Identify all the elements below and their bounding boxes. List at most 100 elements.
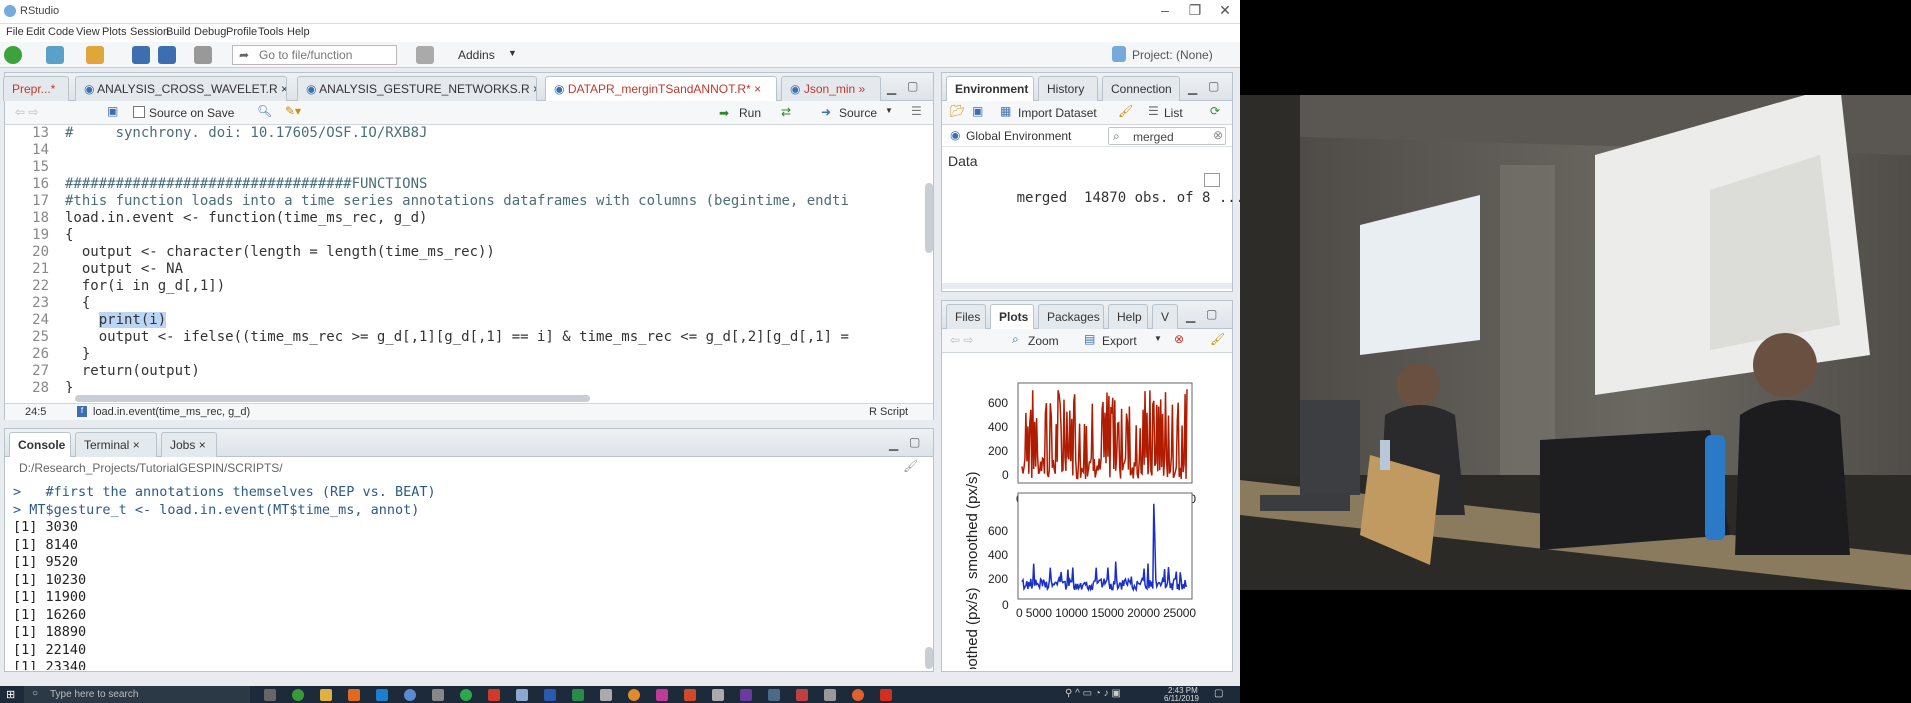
editor-vscrollbar[interactable] (925, 183, 933, 253)
editor-hscrollbar[interactable] (75, 395, 590, 402)
env-hscrollbar[interactable] (942, 283, 1232, 289)
search-icon[interactable]: 🔍︎ (257, 104, 272, 118)
skype-icon[interactable] (376, 689, 388, 701)
save-all-icon[interactable] (158, 46, 176, 64)
source-button[interactable]: Source (839, 106, 877, 120)
tab-console[interactable]: Console (9, 432, 71, 457)
tab-files[interactable]: Files (946, 304, 986, 329)
save-icon[interactable] (132, 46, 150, 64)
go-to-file-input[interactable]: ➦ Go to file/function (232, 45, 397, 65)
maximize-console-icon[interactable]: ▢ (909, 435, 920, 449)
tab-prepr[interactable]: Prepr...* (3, 76, 69, 101)
grid-icon[interactable] (416, 46, 434, 64)
code-line[interactable]: 26 } (5, 346, 927, 363)
app8-icon[interactable] (796, 689, 808, 701)
run-button[interactable]: Run (739, 106, 761, 120)
app7-icon[interactable] (712, 689, 724, 701)
app2-icon[interactable] (432, 689, 444, 701)
clear-search-icon[interactable]: ⊗ (1213, 128, 1223, 142)
chrome-icon[interactable] (292, 689, 304, 701)
tab-analysis-cross-wavelet[interactable]: ◉ ANALYSIS_CROSS_WAVELET.R × (75, 76, 287, 101)
code-line[interactable]: 20 output <- character(length = length(t… (5, 244, 927, 261)
working-directory[interactable]: D:/Research_Projects/TutorialGESPIN/SCRI… (19, 461, 283, 475)
menu-build[interactable]: Build (166, 26, 190, 38)
windows-start-icon[interactable]: ⊞ (6, 688, 15, 701)
minimize-pane-icon[interactable]: ▁ (887, 81, 896, 95)
menu-help[interactable]: Help (287, 26, 310, 38)
tab-terminal[interactable]: Terminal × (75, 432, 157, 457)
code-line[interactable]: 25 output <- ifelse((time_ms_rec >= g_d[… (5, 329, 927, 346)
new-file-icon[interactable] (4, 46, 22, 64)
open-file-icon[interactable] (86, 46, 104, 64)
tab-history[interactable]: History (1038, 76, 1098, 101)
save-workspace-icon[interactable]: ▣ (972, 104, 983, 118)
console-scrollbar[interactable] (925, 647, 933, 669)
clear-workspace-icon[interactable]: 🖌︎ (1118, 104, 1133, 118)
refresh-icon[interactable]: ⟳ (1210, 104, 1220, 118)
code-line[interactable]: 23 { (5, 295, 927, 312)
vlc-icon[interactable] (348, 689, 360, 701)
menu-plots[interactable]: Plots (102, 26, 126, 38)
minimize-env-icon[interactable]: ▁ (1188, 81, 1197, 95)
tab-json-min[interactable]: ◉ Json_min » (781, 76, 881, 101)
menu-profile[interactable]: Profile (226, 26, 257, 38)
app9-icon[interactable] (824, 689, 836, 701)
code-editor[interactable]: 13 # synchrony. doi: 10.17605/OSF.IO/RXB8… (5, 125, 927, 393)
tab-help[interactable]: Help (1108, 304, 1148, 329)
load-workspace-icon[interactable]: 📂︎ (950, 104, 965, 118)
menu-edit[interactable]: Edit (26, 26, 45, 38)
addins-menu[interactable]: Addins (458, 48, 495, 62)
maximize-plots-icon[interactable]: ▢ (1206, 307, 1217, 321)
menu-code[interactable]: Code (48, 26, 74, 38)
minimize-plots-icon[interactable]: ▁ (1186, 309, 1195, 323)
clear-plots-icon[interactable]: 🖌︎ (1210, 332, 1225, 346)
code-line[interactable]: 16 ##################################FUNC… (5, 176, 927, 193)
app10-icon[interactable] (852, 689, 864, 701)
tab-datapr-mergints[interactable]: ◉ DATAPR_merginTSandANNOT.R* × (545, 76, 777, 101)
project-menu[interactable]: Project: (None) (1132, 48, 1213, 62)
clear-console-icon[interactable]: 🖌︎ (903, 459, 918, 473)
outline-icon[interactable]: ☰ (911, 104, 922, 118)
system-tray-icons[interactable]: ⚲ ^ ▭ ◔ ♪ ▣ (1065, 688, 1121, 699)
rerun-icon[interactable]: ⇄ (781, 105, 791, 119)
tab-plots[interactable]: Plots (990, 304, 1034, 329)
menu-debug[interactable]: Debug (194, 26, 226, 38)
taskbar-search-box[interactable]: ○ Type here to search (24, 686, 250, 703)
new-project-icon[interactable] (46, 46, 64, 64)
zoom-button[interactable]: Zoom (1028, 334, 1059, 348)
code-line[interactable]: 24 print(i) (5, 312, 927, 329)
source-chevron-icon[interactable]: ▼ (885, 106, 893, 115)
menu-view[interactable]: View (76, 26, 100, 38)
code-line[interactable]: 19 { (5, 227, 927, 244)
word-icon[interactable] (544, 689, 556, 701)
tab-analysis-gesture-networks[interactable]: ◉ ANALYSIS_GESTURE_NETWORKS.R × (297, 76, 537, 101)
function-navigator[interactable]: load.in.event(time_ms_rec, g_d) (93, 406, 250, 418)
env-row-merged[interactable]: merged 14870 obs. of 8 ... (966, 173, 1240, 224)
code-line[interactable]: 22 for(i in g_d[,1]) (5, 278, 927, 295)
environment-scope-dropdown[interactable]: Global Environment (966, 129, 1071, 143)
tab-jobs[interactable]: Jobs × (161, 432, 217, 457)
plot-nav-arrows-icon[interactable]: ⇦ ⇨ (950, 333, 973, 347)
code-line[interactable]: 13 # synchrony. doi: 10.17605/OSF.IO/RXB8… (5, 125, 927, 142)
task-view-icon[interactable] (264, 689, 276, 701)
list-view-dropdown[interactable]: List (1164, 106, 1183, 120)
back-arrow-icon[interactable]: ⇦ ⇨ (15, 105, 38, 119)
notifications-icon[interactable]: ▢ (1214, 688, 1223, 699)
app11-icon[interactable] (880, 689, 892, 701)
app-icon[interactable] (404, 689, 416, 701)
app6-icon[interactable] (684, 689, 696, 701)
minimize-console-icon[interactable]: ▁ (889, 437, 898, 451)
app3-icon[interactable] (488, 689, 500, 701)
maximize-button[interactable]: ❐ (1180, 2, 1210, 19)
onenote-icon[interactable] (740, 689, 752, 701)
export-button[interactable]: Export (1102, 334, 1137, 348)
menu-session[interactable]: Session (130, 26, 169, 38)
view-data-icon[interactable] (1204, 173, 1220, 187)
source-on-save-checkbox[interactable] (133, 106, 145, 118)
spotify-icon[interactable] (460, 689, 472, 701)
firefox-icon[interactable] (628, 689, 640, 701)
print-icon[interactable] (194, 46, 212, 64)
environment-search-input[interactable]: ⌕ merged ⊗ (1108, 127, 1226, 145)
excel-icon[interactable] (572, 689, 584, 701)
tab-packages[interactable]: Packages (1038, 304, 1104, 329)
